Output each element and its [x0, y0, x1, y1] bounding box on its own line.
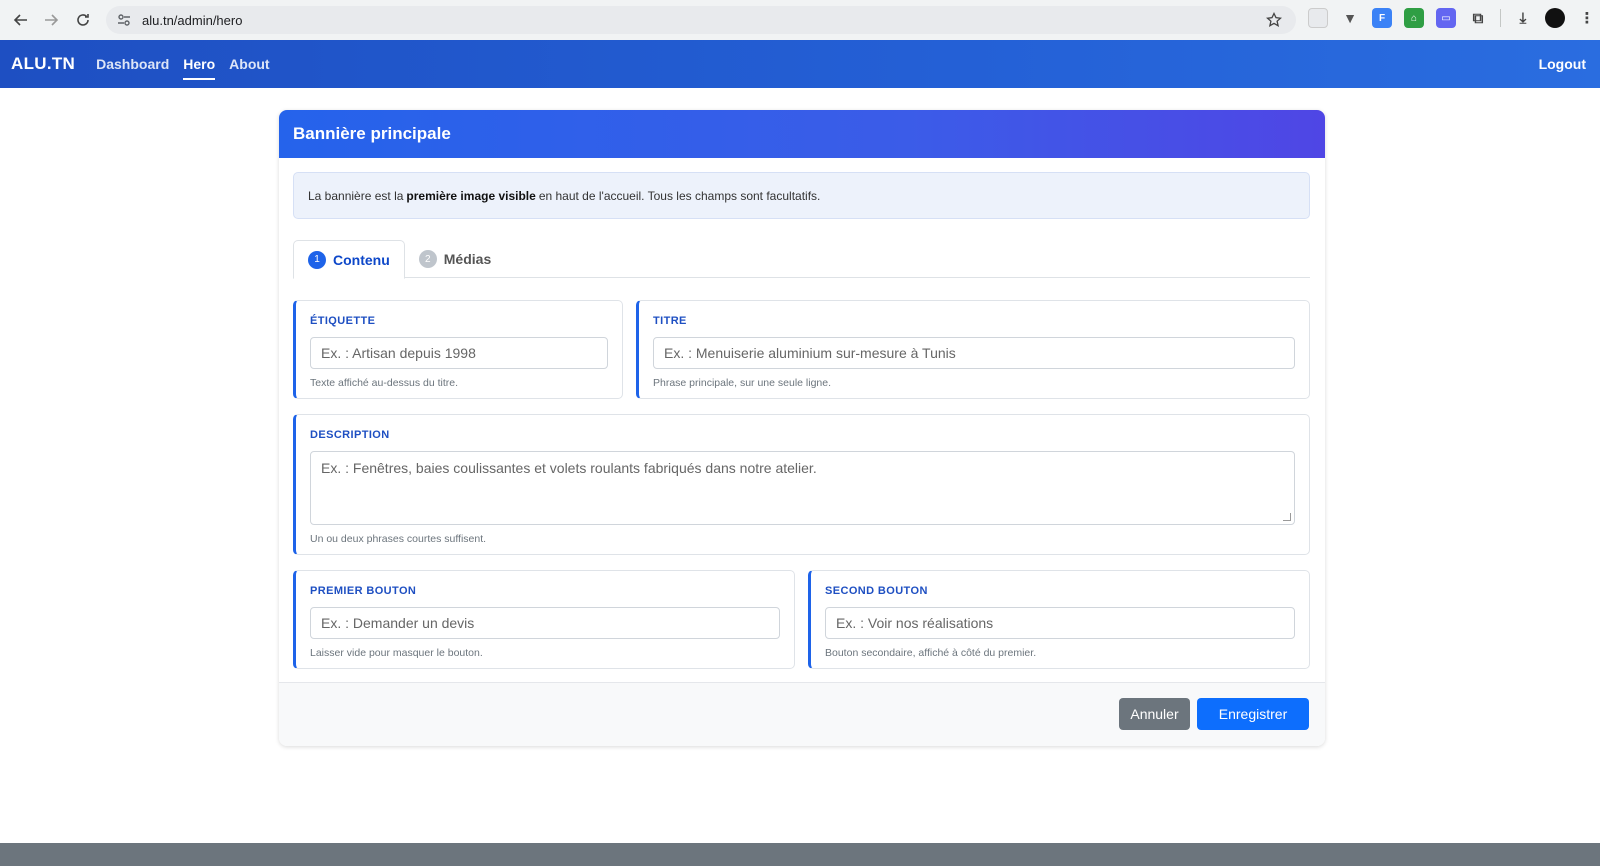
site-info-icon[interactable]	[116, 12, 132, 28]
url-text: alu.tn/admin/hero	[142, 12, 243, 28]
app-navbar: ALU.TN Dashboard Hero About Logout	[0, 40, 1600, 88]
second-bouton-label: SECOND BOUTON	[825, 585, 928, 597]
save-button[interactable]: Enregistrer	[1197, 698, 1309, 730]
premier-bouton-help: Laisser vide pour masquer le bouton.	[310, 647, 483, 659]
etiquette-input[interactable]: Ex. : Artisan depuis 1998	[310, 337, 608, 369]
description-label: DESCRIPTION	[310, 429, 390, 441]
tab-label: Médias	[443, 251, 492, 267]
info-alert: La bannière est la première image visibl…	[293, 172, 1310, 219]
resize-handle-icon[interactable]	[1283, 513, 1291, 521]
tab-number-badge: 1	[308, 250, 326, 269]
nav-link-hero[interactable]: Hero	[176, 40, 222, 88]
premier-bouton-input[interactable]: Ex. : Demander un devis	[310, 607, 780, 639]
forward-arrow-icon[interactable]	[36, 5, 66, 35]
second-bouton-group: SECOND BOUTON Ex. : Voir nos réalisation…	[808, 570, 1310, 669]
extension-icon[interactable]: F	[1372, 8, 1392, 28]
etiquette-label: ÉTIQUETTE	[310, 315, 376, 327]
logout-link[interactable]: Logout	[1539, 40, 1586, 88]
nav-link-dashboard[interactable]: Dashboard	[89, 40, 176, 88]
menu-kebab-icon[interactable]: ⋮	[1577, 8, 1597, 28]
premier-bouton-label: PREMIER BOUTON	[310, 585, 417, 597]
etiquette-group: ÉTIQUETTE Ex. : Artisan depuis 1998 Text…	[293, 300, 623, 399]
etiquette-help: Texte affiché au-dessus du titre.	[310, 377, 459, 389]
hero-card: Bannière principale La bannière est la p…	[279, 110, 1325, 746]
download-icon[interactable]: ⤓	[1513, 8, 1533, 28]
description-group: DESCRIPTION Ex. : Fenêtres, baies coulis…	[293, 414, 1310, 555]
address-bar[interactable]: alu.tn/admin/hero	[106, 6, 1296, 34]
tab-medias[interactable]: 2 Médias	[405, 240, 505, 278]
second-bouton-help: Bouton secondaire, affiché à côté du pre…	[825, 647, 1037, 659]
nav-link-about[interactable]: About	[222, 40, 276, 88]
reload-icon[interactable]	[68, 5, 98, 35]
titre-help: Phrase principale, sur une seule ligne.	[653, 377, 832, 389]
back-arrow-icon[interactable]	[6, 5, 36, 35]
second-bouton-input[interactable]: Ex. : Voir nos réalisations	[825, 607, 1295, 639]
titre-input[interactable]: Ex. : Menuiserie aluminium sur-mesure à …	[653, 337, 1295, 369]
card-footer: Annuler Enregistrer	[279, 682, 1325, 746]
titre-group: TITRE Ex. : Menuiserie aluminium sur-mes…	[636, 300, 1310, 399]
form-tabs: 1 Contenu 2 Médias	[293, 240, 1310, 279]
cancel-button[interactable]: Annuler	[1119, 698, 1190, 730]
description-help: Un ou deux phrases courtes suffisent.	[310, 533, 487, 545]
info-text-before: La bannière est la	[308, 188, 404, 203]
info-text-after: en haut de l'accueil. Tous les champs so…	[538, 188, 821, 203]
puzzle-icon[interactable]: ⧉	[1468, 8, 1488, 28]
extensions-area: ▼ F ⌂ ▭ ⧉ ⤓ ⋮	[1308, 8, 1597, 28]
extension-icon[interactable]: ▼	[1340, 8, 1360, 28]
bookmark-star-icon[interactable]	[1266, 12, 1282, 28]
toolbar-divider	[1500, 9, 1501, 27]
card-body: La bannière est la première image visibl…	[279, 158, 1325, 682]
info-text-strong: première image visible	[406, 188, 536, 203]
nav-links: Dashboard Hero About	[89, 40, 276, 88]
extension-icon[interactable]	[1308, 8, 1328, 28]
avatar[interactable]	[1545, 8, 1565, 28]
page-footer	[0, 843, 1600, 866]
description-placeholder: Ex. : Fenêtres, baies coulissantes et vo…	[321, 460, 817, 476]
titre-label: TITRE	[653, 315, 687, 327]
extension-icon[interactable]: ⌂	[1404, 8, 1424, 28]
tab-label: Contenu	[333, 251, 390, 268]
brand-logo[interactable]: ALU.TN	[11, 54, 75, 74]
premier-bouton-group: PREMIER BOUTON Ex. : Demander un devis L…	[293, 570, 795, 669]
tab-number-badge: 2	[418, 250, 437, 268]
description-textarea[interactable]: Ex. : Fenêtres, baies coulissantes et vo…	[310, 451, 1295, 525]
browser-toolbar: alu.tn/admin/hero ▼ F ⌂ ▭ ⧉ ⤓ ⋮	[0, 0, 1600, 40]
card-title: Bannière principale	[279, 110, 1325, 158]
tab-contenu[interactable]: 1 Contenu	[293, 240, 405, 279]
extension-icon[interactable]: ▭	[1436, 8, 1456, 28]
